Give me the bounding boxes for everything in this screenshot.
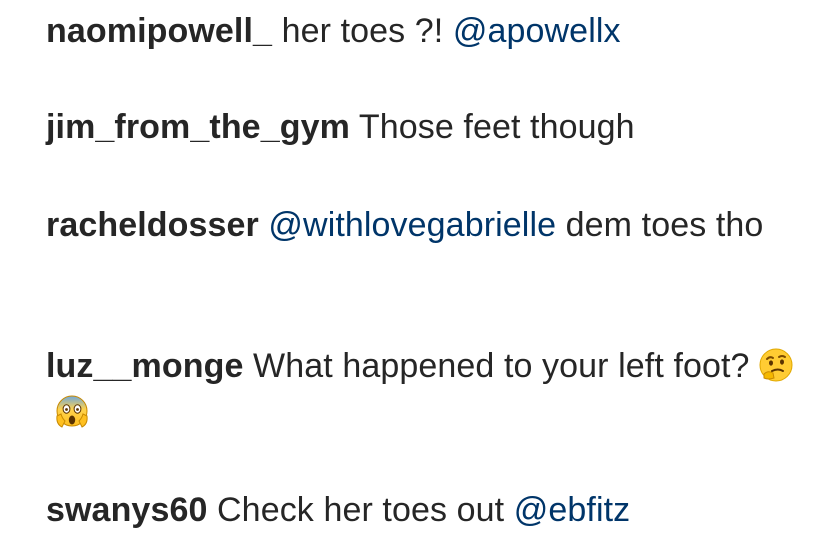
comment-text: What happened to your left foot?: [253, 347, 750, 385]
comment-username[interactable]: luz__monge: [46, 347, 243, 385]
comment-username[interactable]: naomipowell_: [46, 12, 272, 50]
comment-item: racheldosser @withlovegabrielle dem toes…: [46, 202, 816, 249]
comment-list: naomipowell_ her toes ?! @apowellx jim_f…: [0, 0, 830, 548]
comment-item: naomipowell_ her toes ?! @apowellx: [46, 8, 816, 55]
comment-mention-link[interactable]: @withlovegabrielle: [268, 206, 556, 244]
face-screaming-in-fear-icon: [54, 394, 90, 430]
comment-text: her toes ?!: [281, 12, 444, 50]
comment-username[interactable]: jim_from_the_gym: [46, 108, 350, 146]
comment-username[interactable]: racheldosser: [46, 206, 259, 244]
comment-mention-link[interactable]: @apowellx: [453, 12, 621, 50]
comment-text: Check her toes out: [217, 491, 505, 529]
comment-item: luz__monge What happened to your left fo…: [46, 343, 816, 437]
comment-text: dem toes tho: [565, 206, 764, 244]
comment-item: swanys60 Check her toes out @ebfitz: [46, 487, 816, 534]
comment-text: Those feet though: [358, 108, 635, 146]
thinking-face-icon: [758, 347, 794, 383]
comment-username[interactable]: swanys60: [46, 491, 207, 529]
comment-mention-link[interactable]: @ebfitz: [514, 491, 630, 529]
comment-item: jim_from_the_gym Those feet though: [46, 104, 816, 151]
